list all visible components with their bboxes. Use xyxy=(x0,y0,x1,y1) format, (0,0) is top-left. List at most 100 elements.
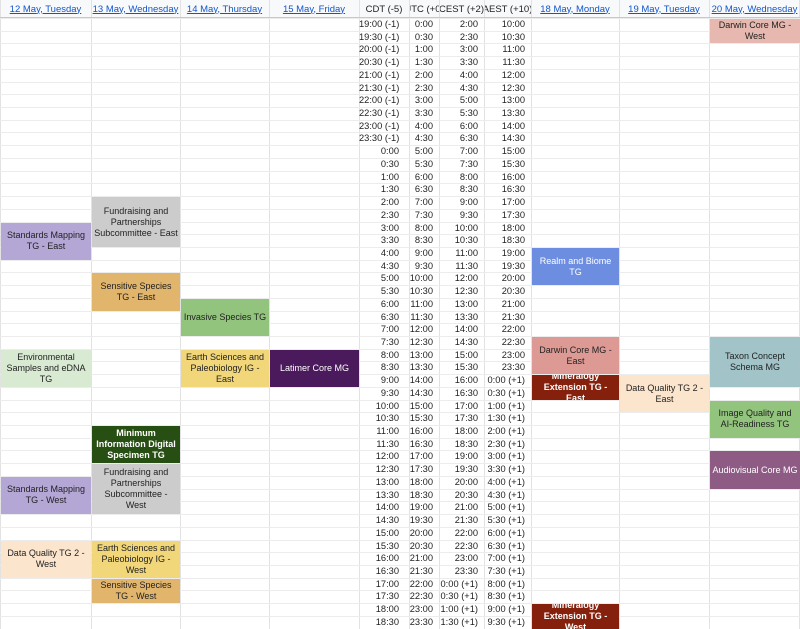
time-cell: 20:30 xyxy=(501,286,525,297)
header-day-15-may[interactable]: 15 May, Friday xyxy=(269,0,359,18)
header-day-20-may[interactable]: 20 May, Wednesday xyxy=(709,0,800,18)
time-cell: 14:30 xyxy=(409,387,433,398)
event-sensitive-species-tg-east[interactable]: Sensitive Species TG - East xyxy=(92,273,180,311)
time-cell: 8:30 xyxy=(380,362,399,373)
time-cell: 2:30 (+1) xyxy=(487,438,525,449)
time-cell: 19:30 xyxy=(454,464,478,475)
time-cell: 1:30 xyxy=(414,57,433,68)
time-cell: 9:00 (+1) xyxy=(487,604,525,615)
event-earth-sciences-and-paleobiology-ig-east[interactable]: Earth Sciences and Paleobiology IG - Eas… xyxy=(181,349,269,387)
event-invasive-species-tg[interactable]: Invasive Species TG xyxy=(181,298,269,336)
grid-vline xyxy=(619,0,620,629)
event-fundraising-and-partnerships-subcommittee-east[interactable]: Fundraising and Partnerships Subcommitte… xyxy=(92,197,180,247)
time-cell: 22:30 xyxy=(409,591,433,602)
time-cell: 16:00 xyxy=(375,553,399,564)
time-cell: 1:30 xyxy=(380,184,399,195)
event-latimer-core-mg[interactable]: Latimer Core MG xyxy=(270,349,359,387)
event-sensitive-species-tg-west[interactable]: Sensitive Species TG - West xyxy=(92,578,180,604)
event-darwin-core-mg-east[interactable]: Darwin Core MG - East xyxy=(532,337,619,375)
event-mineralogy-extension-tg-east[interactable]: Mineralogy Extension TG - East xyxy=(532,375,619,400)
event-environmental-samples-and-edna-tg[interactable]: Environmental Samples and eDNA TG xyxy=(1,349,91,387)
grid-vline xyxy=(709,0,710,629)
grid-vline xyxy=(91,0,92,629)
time-cell: 3:30 (+1) xyxy=(487,464,525,475)
event-darwin-core-mg-west[interactable]: Darwin Core MG - West xyxy=(710,19,800,44)
schedule-sheet: 12 May, Tuesday 13 May, Wednesday 14 May… xyxy=(0,0,800,629)
time-cell: 19:30 xyxy=(501,260,525,271)
time-cell: 2:30 xyxy=(380,209,399,220)
time-cell: 17:00 xyxy=(375,578,399,589)
time-cell: 0:30 (+1) xyxy=(440,591,478,602)
time-cell: 20:00 (-1) xyxy=(359,44,400,55)
time-cell: 3:00 xyxy=(414,95,433,106)
time-cell: 11:00 xyxy=(410,298,433,309)
header-day-12-may[interactable]: 12 May, Tuesday xyxy=(0,0,91,18)
event-realm-and-biome-tg[interactable]: Realm and Biome TG xyxy=(532,247,619,286)
event-image-quality-and-ai-readiness-tg[interactable]: Image Quality and AI-Readiness TG xyxy=(710,400,800,438)
event-standards-mapping-tg-west[interactable]: Standards Mapping TG - West xyxy=(1,476,91,515)
header-utc: UTC (+0) xyxy=(409,0,439,18)
event-mineralogy-extension-tg-west[interactable]: Mineralogy Extension TG - West xyxy=(532,604,619,629)
time-cell: 17:30 xyxy=(375,591,399,602)
time-cell: 13:00 xyxy=(409,349,433,360)
time-cell: 16:30 xyxy=(454,387,478,398)
time-cell: 17:00 xyxy=(454,400,478,411)
time-cell: 6:00 xyxy=(380,298,399,309)
time-cell: 9:00 xyxy=(380,375,399,386)
time-cell: 11:00 xyxy=(455,247,478,258)
time-cell: 14:00 xyxy=(375,502,399,513)
time-cell: 1:00 xyxy=(380,171,399,182)
time-cell: 2:30 xyxy=(459,31,478,42)
time-cell: 12:30 xyxy=(409,337,433,347)
time-cell: 23:00 xyxy=(501,349,525,360)
time-cell: 1:00 (+1) xyxy=(487,400,525,411)
header-day-18-may[interactable]: 18 May, Monday xyxy=(531,0,619,18)
header-day-19-may[interactable]: 19 May, Tuesday xyxy=(619,0,709,18)
time-cell: 7:30 xyxy=(414,209,433,220)
event-standards-mapping-tg-east[interactable]: Standards Mapping TG - East xyxy=(1,222,91,260)
time-cell: 15:00 xyxy=(454,349,478,360)
time-cell: 10:30 xyxy=(501,31,525,42)
time-cell: 7:00 (+1) xyxy=(487,553,525,564)
time-cell: 18:30 xyxy=(454,438,478,449)
time-cell: 11:30 xyxy=(502,57,525,68)
time-cell: 9:30 xyxy=(459,209,478,220)
header-day-13-may[interactable]: 13 May, Wednesday xyxy=(91,0,180,18)
time-cell: 10:00 xyxy=(501,19,525,29)
event-data-quality-tg-2-east[interactable]: Data Quality TG 2 - East xyxy=(620,375,709,413)
time-cell: 7:00 xyxy=(459,146,478,157)
time-cell: 23:30 xyxy=(409,616,433,627)
event-audiovisual-core-mg[interactable]: Audiovisual Core MG xyxy=(710,451,800,489)
time-cell: 22:30 xyxy=(501,337,525,347)
header-day-14-may[interactable]: 14 May, Thursday xyxy=(180,0,269,18)
time-cell: 7:30 xyxy=(459,158,478,169)
event-data-quality-tg-2-west[interactable]: Data Quality TG 2 - West xyxy=(1,540,91,578)
header-cdt: CDT (-5) xyxy=(359,0,409,18)
time-cell: 1:30 (+1) xyxy=(487,413,525,424)
event-taxon-concept-schema-mg[interactable]: Taxon Concept Schema MG xyxy=(710,337,800,387)
time-cell: 19:00 (-1) xyxy=(359,19,400,29)
time-cell: 23:30 xyxy=(454,565,478,576)
time-cell: 12:30 xyxy=(375,464,399,475)
time-cell: 1:30 (+1) xyxy=(440,616,478,627)
time-cell: 21:00 (-1) xyxy=(359,69,400,80)
time-cell: 5:00 (+1) xyxy=(487,502,525,513)
time-cell: 23:00 (-1) xyxy=(359,120,400,131)
time-cell: 13:00 xyxy=(375,476,399,487)
time-cell: 13:30 xyxy=(409,362,433,373)
time-cell: 3:30 xyxy=(380,235,399,246)
event-fundraising-and-partnerships-subcommittee-west[interactable]: Fundraising and Partnerships Subcommitte… xyxy=(92,464,180,515)
time-cell: 20:00 xyxy=(454,476,478,487)
time-cell: 0:30 xyxy=(414,31,433,42)
event-minimum-information-digital-specimen-tg[interactable]: Minimum Information Digital Specimen TG xyxy=(92,426,180,464)
time-cell: 11:00 xyxy=(376,426,399,437)
grid-vline xyxy=(269,0,270,629)
time-cell: 5:00 xyxy=(414,146,433,157)
event-earth-sciences-and-paleobiology-ig-west[interactable]: Earth Sciences and Paleobiology IG - Wes… xyxy=(92,540,180,578)
time-cell: 21:00 xyxy=(454,502,478,513)
time-cell: 4:30 xyxy=(380,260,399,271)
time-cell: 22:00 (-1) xyxy=(359,95,400,106)
time-cell: 14:00 xyxy=(454,324,478,335)
time-cell: 17:00 xyxy=(409,451,433,462)
time-cell: 20:30 xyxy=(454,489,478,500)
